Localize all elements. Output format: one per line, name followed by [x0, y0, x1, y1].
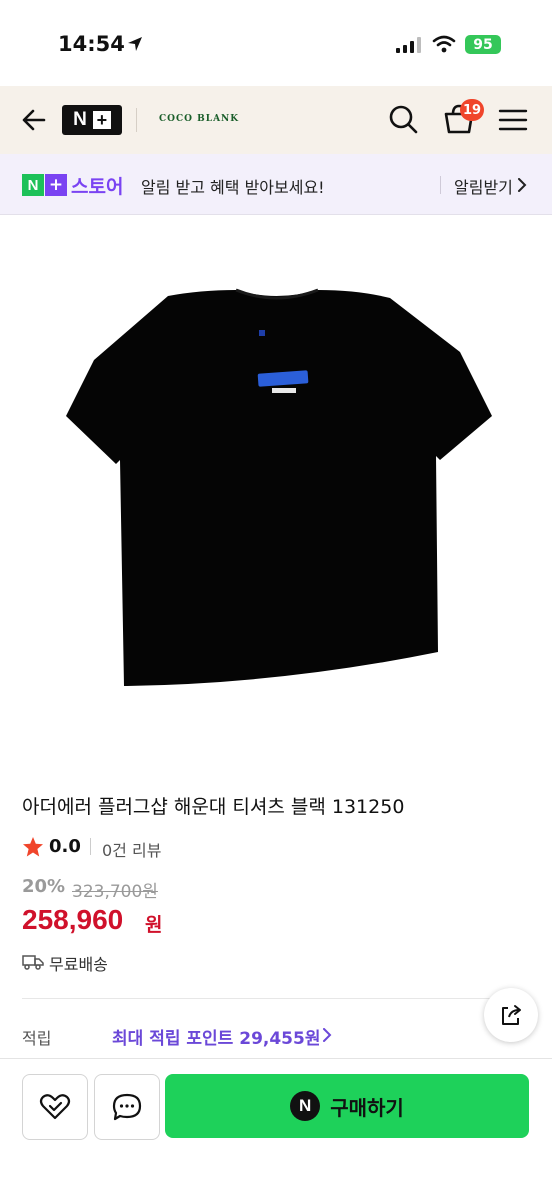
- points-label: 적립: [22, 1029, 52, 1048]
- section-divider: [22, 998, 530, 999]
- sale-price: 258,960: [22, 904, 124, 935]
- brand-name[interactable]: COCO BLANK: [159, 114, 239, 124]
- discount-rate: 20%: [22, 876, 66, 897]
- banner-message: 알림 받고 혜택 받아보세요!: [141, 178, 325, 197]
- buy-button-label: 구매하기: [330, 1095, 404, 1120]
- points-chevron-icon[interactable]: [322, 1028, 332, 1042]
- buy-button[interactable]: N 구매하기: [165, 1074, 529, 1138]
- store-logo-n: N: [22, 174, 44, 196]
- product-title: 아더에러 플러그샵 해운대 티셔츠 블랙 131250: [22, 796, 405, 818]
- banner-divider: [440, 176, 441, 194]
- rating-divider: [90, 838, 91, 855]
- chat-icon: [112, 1093, 142, 1121]
- search-icon[interactable]: [388, 104, 418, 134]
- status-time: 14:54: [58, 32, 125, 56]
- location-arrow-icon: [128, 37, 142, 51]
- sale-price-currency: 원: [145, 914, 163, 936]
- notification-subscribe-link[interactable]: 알림받기: [454, 174, 513, 198]
- share-icon: [502, 1005, 521, 1025]
- naver-plus-logo[interactable]: N +: [62, 105, 122, 135]
- share-button[interactable]: [484, 988, 538, 1042]
- shipping-info: 무료배송: [49, 955, 108, 974]
- store-logo-label: 스토어: [71, 176, 124, 198]
- wishlist-button[interactable]: [22, 1074, 88, 1140]
- naver-pay-n-icon: N: [290, 1091, 321, 1121]
- cart-count-badge: 19: [460, 99, 484, 121]
- logo-n: N: [73, 109, 87, 130]
- store-logo-plus: +: [45, 174, 67, 196]
- original-price: 323,700원: [72, 882, 158, 902]
- logo-plus: +: [92, 111, 111, 129]
- battery-indicator: 95: [465, 35, 501, 54]
- review-count-link[interactable]: 0건 리뷰: [102, 837, 161, 861]
- signal-icon: [396, 37, 421, 53]
- wifi-icon: [432, 35, 456, 53]
- chevron-right-icon[interactable]: [516, 178, 528, 192]
- star-icon: [23, 837, 43, 857]
- menu-icon[interactable]: [498, 108, 528, 132]
- header-divider: [136, 108, 137, 132]
- max-points-link[interactable]: 최대 적립 포인트 29,455원: [112, 1024, 320, 1049]
- rating-value: 0.0: [49, 836, 81, 857]
- product-image[interactable]: [40, 280, 512, 700]
- truck-icon: [22, 955, 44, 970]
- back-arrow-icon[interactable]: [20, 106, 48, 134]
- heart-icon: [39, 1094, 71, 1120]
- chat-inquiry-button[interactable]: [94, 1074, 160, 1140]
